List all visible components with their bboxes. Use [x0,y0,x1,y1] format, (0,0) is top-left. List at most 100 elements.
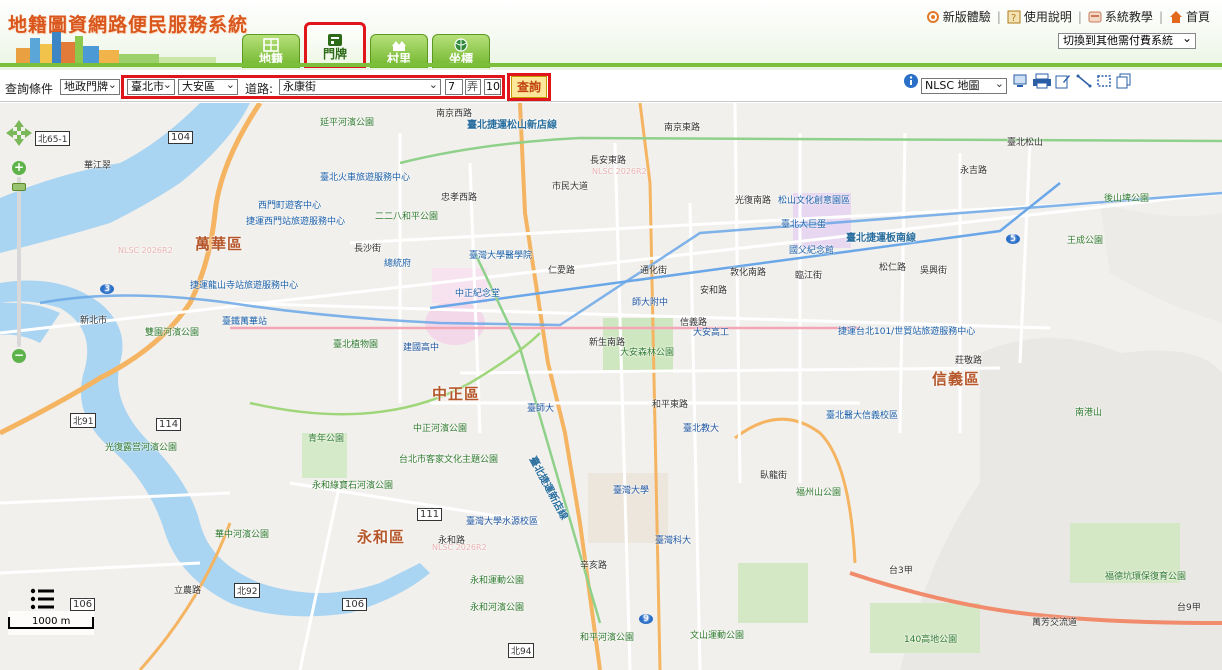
park-label: 後山埤公園 [1104,194,1150,204]
condition-select[interactable]: 地政門牌 ⌄ [60,79,120,95]
route-shield: 9 [639,614,653,624]
home-label: 首頁 [1185,10,1210,24]
station-label: 臺北松山 [1007,138,1044,148]
poi-label: 捷運龍山寺站旅遊服務中心 [190,281,299,291]
road-label: 長安東路 [590,156,627,166]
road-label: 吳興街 [920,266,948,276]
park-label: 華中河濱公園 [215,530,270,540]
poi-label: 捷運台北101/世貿站旅遊服務中心 [838,327,976,337]
basemap-select[interactable]: NLSC 地圖 ⌄ [921,78,1007,94]
road-label: 敦化南路 [730,268,767,278]
road-label: 臥龍街 [760,471,788,481]
monitor-icon[interactable] [1012,73,1028,89]
watermark-label: NLSC 2026R2 [432,543,487,552]
route-shield: 北94 [508,643,535,658]
school-label: 臺灣大學 [613,486,650,496]
zoom-slider-track[interactable] [17,177,21,347]
school-label: 臺灣大學水源校區 [466,517,539,527]
number-input[interactable]: 10 [484,79,501,95]
poi-label: 臺北醫大信義校區 [826,411,899,421]
road-label: 南京西路 [436,109,473,119]
road-label: 光復南路 [735,196,772,206]
park-label: 南港山 [1075,408,1103,418]
poi-label: 臺北火車旅遊服務中心 [320,173,411,183]
poi-label: 捷運西門站旅遊服務中心 [246,217,346,227]
park-label: 永和河濱公園 [470,603,525,613]
tutorial-link[interactable]: 系統教學 [1088,8,1153,25]
new-version-link[interactable]: 新版體驗 [926,8,991,25]
lane-value: 7 [448,80,455,93]
district-label: 萬華區 [195,235,244,253]
metro-line-label: 臺北捷運板南線 [846,233,916,244]
park-label: 雙園河濱公園 [145,328,200,338]
pan-arrows-icon[interactable] [5,119,33,147]
tab-label: 門牌 [322,47,347,61]
lane-unit-text: 弄 [467,80,478,93]
info-icon[interactable] [903,73,919,89]
legend-list-icon[interactable] [30,588,56,610]
zoom-out-button[interactable]: − [12,349,26,363]
poi-label: 國父紀念館 [789,246,835,256]
poi-label: 臺灣大學醫學院 [469,251,533,261]
park-label: 文山運動公園 [690,631,745,641]
swirl-icon [926,10,939,23]
road-label: 和平東路 [652,400,689,410]
poi-label: 西門町遊客中心 [258,201,322,211]
road-label: 道路: [245,82,274,96]
skyline-logo-icon [16,32,216,64]
tutorial-label: 系統教學 [1104,10,1153,24]
district-label: 中正區 [432,385,481,403]
road-label: 辛亥路 [580,561,608,571]
road-label: 長沙街 [354,244,382,254]
road-label: 忠孝西路 [441,193,478,203]
search-button[interactable]: 查詢 [511,76,547,98]
help-label: 使用說明 [1023,10,1072,24]
copy-icon[interactable] [1116,73,1132,89]
home-link[interactable]: 首頁 [1169,8,1210,25]
lane-unit-label: 弄 [465,79,481,95]
other-system-select[interactable]: 切換到其他需付費系統 [1058,31,1196,49]
route-shield: 111 [417,508,443,521]
road-label: 南京東路 [664,123,701,133]
district-select[interactable]: 大安區 ⌄ [178,79,238,95]
lane-input[interactable]: 7 [445,79,463,95]
header-bar: 地籍圖資網路便民服務系統 地籍 門牌 村里 坐標 新版體驗 | ? 使用說明 |… [0,0,1222,70]
zoom-in-button[interactable]: + [12,161,26,175]
route-shield: 106 [70,598,96,611]
park-label: 台北市客家文化主題公園 [399,455,499,465]
zoom-slider-handle[interactable] [12,183,26,191]
school-label: 大安高工 [693,328,730,338]
route-shield: 北91 [70,413,97,428]
park-label: 永和運動公園 [470,576,525,586]
measure-area-icon[interactable] [1096,73,1112,89]
land-parcel-icon [263,38,279,52]
app-root: { "header": { "title": "地籍圖資網路便民服務系統", "… [0,0,1222,670]
tab-doorplate[interactable]: 門牌 [304,22,366,68]
school-label: 師大附中 [632,298,669,308]
condition-label: 查詢條件 [5,82,54,96]
measure-line-icon[interactable] [1076,73,1092,89]
poi-label: 中正紀念堂 [455,289,501,299]
park-label: 臺北植物園 [333,340,379,350]
number-value: 10 [486,80,500,93]
help-link[interactable]: ? 使用說明 [1007,8,1072,25]
header-divider [0,63,1222,67]
road-label: 松仁路 [879,263,907,273]
road-select[interactable]: 永康街 ⌄ [279,79,441,95]
route-shield: 3 [100,284,114,294]
poi-label: 總統府 [384,259,412,269]
road-label: 安和路 [700,286,728,296]
print-icon[interactable] [1032,73,1052,89]
chevron-down-icon: ⌄ [428,79,438,91]
edit-icon[interactable] [1055,73,1071,89]
park-label: 青年公園 [308,434,345,444]
village-icon [392,41,406,51]
park-label: 王成公園 [1067,236,1104,246]
poi-label: 臺北大巨蛋 [781,220,827,230]
route-shield: 106 [342,598,368,611]
city-select[interactable]: 臺北市 ⌄ [127,79,175,95]
park-label: 大安森林公園 [620,348,675,358]
chevron-down-icon: ⌄ [994,78,1004,90]
map-canvas[interactable]: 萬華區 中正區 永和區 信義區 臺北捷運松山新店線 臺北捷運板南線 臺北捷運新店… [0,103,1222,670]
zoom-control: + − [5,119,33,369]
